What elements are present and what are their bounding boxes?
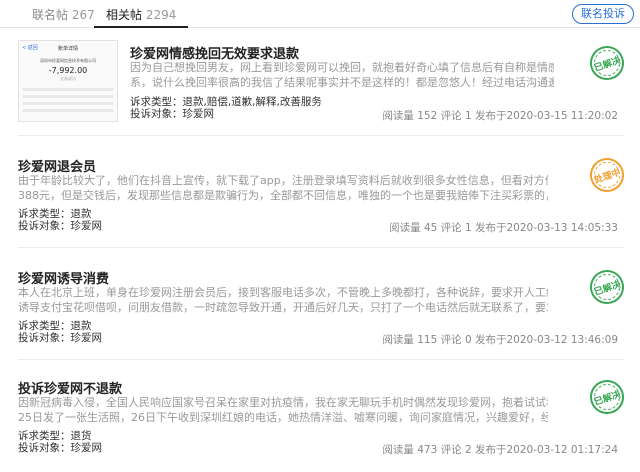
status-stamp: 已解决 [585,265,629,309]
type-label: 诉求类型： [18,208,71,220]
post-stats: 阅读量 45 评论 1 发布于2020-03-13 14:05:33 [389,222,618,234]
post-target: 投诉对象：珍爱网 [18,442,102,454]
thumbnail-back: < 返回 [22,45,38,51]
tab-count: 2294 [145,8,177,22]
type-label: 诉求类型： [18,320,71,332]
post-stats: 阅读量 473 评论 2 发布于2020-03-12 01:17:24 [382,444,618,456]
type-value: 退货 [70,430,92,442]
target-label: 投诉对象： [18,220,71,232]
desc-line: 25日发了一张生活照，26日下午收到深圳红娘的电话，她热情洋溢、嘘寒问暖，询问家… [18,411,548,424]
thumbnail-merchant: 深圳市珍爱网信息技术有限公司 [40,58,96,63]
post-card[interactable]: 珍爱网退会员 由于年龄比较大了，他们在抖音上宣传，就下载了app，注册登录填写资… [18,150,629,248]
tab-label: 相关帖 [106,8,143,22]
status-stamp: 已解决 [585,41,629,85]
target-label: 投诉对象： [18,332,71,344]
post-card[interactable]: 投诉珍爱网不退款 因新冠病毒入侵，全国人民响应国家号召呆在家里对抗疫情，我在家无… [18,372,629,464]
post-stats: 阅读量 152 评论 1 发布于2020-03-15 11:20:02 [382,110,618,122]
desc-line: 388元，但是交钱后，发现那些信息都是欺骗行为，全部都不回信息，唯独的一个也是要… [18,189,548,202]
tab-label: 联名帖 [32,8,69,22]
post-target: 投诉对象：珍爱网 [130,108,214,120]
post-card[interactable]: 珍爱网诱导消费 本人在北京上班，单身在珍爱网注册会员后，接到客服电话多次，不管晚… [18,262,629,360]
post-target: 投诉对象：珍爱网 [18,332,102,344]
target-value: 珍爱网 [70,442,103,454]
type-value: 退款 [70,208,92,220]
post-description: 由于年龄比较大了，他们在抖音上宣传，就下载了app，注册登录填写资料后就收到很多… [18,173,548,203]
status-stamp: 已解决 [585,375,629,419]
type-value: 退款,赔偿,道歉,解释,改善服务 [182,96,322,108]
tab-count: 267 [71,8,95,22]
desc-line: 因新冠病毒入侵，全国人民响应国家号召呆在家里对抗疫情，我在家无聊玩手机时偶然发现… [18,396,548,409]
tab-related-posts[interactable]: 相关帖 2294 [93,6,189,28]
post-thumbnail[interactable]: < 返回 账单详情 深圳市珍爱网信息技术有限公司 -7,992.00 交易成功 [18,40,118,122]
post-description: 因为自己想挽回男友，网上看到珍爱网可以挽回，就抱着好奇心填了信息后有自称是情感助… [130,60,554,90]
joint-complaint-button[interactable]: 联名投诉 [572,4,634,24]
target-label: 投诉对象： [18,442,71,454]
post-type: 诉求类型：退款 [18,320,92,332]
target-value: 珍爱网 [70,332,103,344]
post-type: 诉求类型：退货 [18,430,92,442]
desc-line: 因为自己想挽回男友，网上看到珍爱网可以挽回，就抱着好奇心填了信息后有自称是情感助… [130,61,554,74]
status-stamp: 处理中 [585,153,629,197]
post-target: 投诉对象：珍爱网 [18,220,102,232]
desc-line: 诱导支付宝花呗借呗，问朋友借款，一时疏忽导致开通，开通后好几天，只打了一个电话然… [18,301,548,314]
post-description: 因新冠病毒入侵，全国人民响应国家号召呆在家里对抗疫情，我在家无聊玩手机时偶然发现… [18,395,548,425]
type-value: 退款 [70,320,92,332]
tab-joint-posts[interactable]: 联名帖 267 [32,6,95,23]
post-type: 诉求类型：退款 [18,208,92,220]
thumbnail-status: 交易成功 [60,76,76,81]
thumbnail-lines [23,88,113,112]
desc-line: 本人在北京上班，单身在珍爱网注册会员后，接到客服电话多次，不管晚上多晚都打，各种… [18,286,548,299]
desc-line: 系，说什么挽回率很高的我信了结果呢事实并不是这样的！都是忽悠人！经过电话沟通邀请… [130,76,554,89]
post-description: 本人在北京上班，单身在珍爱网注册会员后，接到客服电话多次，不管晚上多晚都打，各种… [18,285,548,315]
type-label: 诉求类型： [130,96,183,108]
post-stats: 阅读量 115 评论 0 发布于2020-03-12 13:46:09 [382,334,618,346]
post-card[interactable]: < 返回 账单详情 深圳市珍爱网信息技术有限公司 -7,992.00 交易成功 珍… [18,38,629,136]
desc-line: 由于年龄比较大了，他们在抖音上宣传，就下载了app，注册登录填写资料后就收到很多… [18,174,548,187]
target-value: 珍爱网 [182,108,215,120]
target-label: 投诉对象： [130,108,183,120]
target-value: 珍爱网 [70,220,103,232]
post-type: 诉求类型：退款,赔偿,道歉,解释,改善服务 [130,96,322,108]
thumbnail-title: 账单详情 [57,46,78,52]
tab-bar: 联名帖 267 相关帖 2294 联名投诉 [0,0,640,28]
type-label: 诉求类型： [18,430,71,442]
thumbnail-amount: -7,992.00 [48,66,88,75]
